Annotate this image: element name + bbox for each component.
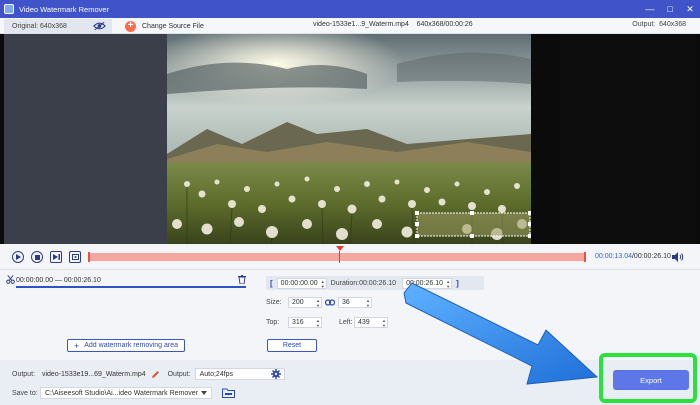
minimize-icon[interactable]: —: [640, 0, 660, 18]
video-frame[interactable]: [167, 34, 531, 244]
next-frame-button[interactable]: [50, 251, 62, 263]
end-time-value: 00:00:26.10: [406, 279, 444, 287]
parameters-panel: [ 00:00:00.00 ▲ ▼ Duration:00:00:26.10 00…: [252, 270, 700, 360]
width-field[interactable]: 200 ▲ ▼: [288, 297, 322, 308]
position-row: Top: 316 ▲ ▼ Left: 439 ▲ ▼: [266, 317, 388, 328]
top-value: 316: [292, 319, 304, 326]
start-time-field[interactable]: 00:00:00.00 ▲ ▼: [276, 277, 327, 289]
size-label: Size:: [266, 299, 282, 306]
stepper-icon[interactable]: ▲ ▼: [316, 318, 320, 328]
size-row: Size: 200 ▲ ▼ 36 ▲ ▼: [266, 297, 372, 308]
stepper-icon[interactable]: ▲ ▼: [321, 279, 325, 289]
segment-active-indicator: [16, 286, 246, 288]
play-button[interactable]: [12, 251, 24, 263]
output-preview-pane: [560, 34, 696, 244]
output-size-label: Output: 640x368: [632, 21, 686, 28]
top-label: Top:: [266, 319, 280, 326]
output-format-value: Auto;24fps: [199, 370, 234, 378]
top-field[interactable]: 316 ▲ ▼: [288, 317, 322, 328]
height-field[interactable]: 36 ▲ ▼: [338, 297, 372, 308]
save-row: Save to: C:\Aiseesoft Studio\Ai...ideo W…: [12, 387, 235, 399]
total-time: /00:00:26.10: [631, 253, 671, 260]
screenshot-icon: [71, 254, 79, 260]
stepper-icon[interactable]: ▲ ▼: [446, 279, 450, 289]
gear-icon[interactable]: [270, 369, 281, 379]
file-info: video-1533e1...9_Waterm.mp4 640x368/00:0…: [313, 21, 473, 28]
output-format-field[interactable]: Auto;24fps: [194, 368, 285, 380]
maximize-icon[interactable]: □: [660, 0, 680, 18]
trash-icon[interactable]: [238, 275, 246, 284]
volume-icon[interactable]: [672, 252, 684, 262]
stop-button[interactable]: [31, 251, 43, 263]
current-time: 00:00:13.04: [595, 253, 632, 260]
timeline-end-handle[interactable]: [584, 252, 586, 262]
set-start-icon[interactable]: [: [270, 279, 273, 288]
screenshot-button[interactable]: [69, 251, 81, 263]
export-label: Export: [640, 375, 662, 385]
stop-icon: [34, 254, 40, 260]
trim-row: [ 00:00:00.00 ▲ ▼ Duration:00:00:26.10 00…: [266, 276, 484, 290]
left-value: 439: [358, 319, 370, 326]
playhead-line: [339, 251, 340, 263]
segment-time-range: 00:00:00.00 — 00:00:26.10: [16, 276, 101, 284]
eye-icon[interactable]: [93, 21, 106, 31]
watermark-selection-box[interactable]: [415, 211, 531, 238]
reset-button[interactable]: Reset: [267, 339, 317, 352]
change-source-label: Change Source File: [142, 22, 204, 30]
window-title: Video Watermark Remover: [19, 4, 110, 14]
folder-icon[interactable]: [222, 388, 235, 398]
save-path-dropdown[interactable]: C:\Aiseesoft Studio\Ai...ideo Watermark …: [40, 387, 212, 399]
bottom-bar: Output: video-1533e19...69_Waterm.mp4 Ou…: [0, 360, 700, 405]
width-value: 200: [292, 299, 304, 306]
info-bar: Original: 640x368 + Change Source File v…: [0, 18, 700, 34]
play-icon: [16, 254, 21, 260]
pencil-icon[interactable]: [151, 370, 160, 379]
set-end-icon[interactable]: ]: [456, 279, 459, 288]
change-source-button[interactable]: + Change Source File: [125, 19, 204, 33]
timeline-track[interactable]: [88, 246, 586, 263]
plus-icon: +: [73, 340, 80, 351]
height-value: 36: [342, 299, 350, 306]
add-watermark-area-label: Add watermark removing area: [84, 342, 179, 349]
playhead-icon[interactable]: [336, 246, 344, 251]
close-icon[interactable]: ✕: [680, 0, 700, 18]
output-filename: video-1533e19...69_Waterm.mp4: [41, 370, 146, 378]
end-time-field[interactable]: 00:00:26.10 ▲ ▼: [402, 277, 453, 289]
time-readout: 00:00:13.04/00:00:26.10: [595, 253, 671, 260]
chevron-down-icon: [201, 391, 207, 395]
duration-label: Duration:00:00:26.10: [330, 279, 397, 287]
left-field[interactable]: 439 ▲ ▼: [354, 317, 388, 328]
scissors-icon: [6, 275, 15, 284]
next-frame-icon: [52, 254, 60, 260]
save-to-label: Save to:: [12, 389, 38, 397]
save-path-value: C:\Aiseesoft Studio\Ai...ideo Watermark …: [45, 389, 199, 397]
app-icon: [4, 4, 14, 14]
link-icon[interactable]: [325, 299, 335, 306]
segment-panel: 00:00:00.00 — 00:00:26.10 + Add watermar…: [0, 270, 252, 360]
timeline-start-handle[interactable]: [88, 252, 90, 262]
output-row: Output: video-1533e19...69_Waterm.mp4 Ou…: [12, 368, 285, 380]
original-size-box: Original: 640x368: [4, 19, 112, 33]
output-format-label: Output:: [167, 370, 191, 378]
left-label: Left:: [339, 319, 353, 326]
window-controls: — □ ✕: [640, 0, 700, 18]
playback-controls: 00:00:13.04/00:00:26.10: [0, 244, 700, 270]
export-button[interactable]: Export: [613, 370, 689, 390]
original-size-label: Original: 640x368: [12, 22, 67, 30]
stepper-icon[interactable]: ▲ ▼: [382, 318, 386, 328]
reset-label: Reset: [282, 342, 302, 349]
title-bar: Video Watermark Remover — □ ✕: [0, 0, 700, 18]
preview-area: [0, 34, 700, 244]
plus-icon: +: [125, 20, 136, 32]
output-label: Output:: [12, 370, 35, 378]
stepper-icon[interactable]: ▲ ▼: [366, 298, 370, 308]
add-watermark-area-button[interactable]: + Add watermark removing area: [67, 339, 185, 352]
stepper-icon[interactable]: ▲ ▼: [316, 298, 320, 308]
start-time-value: 00:00:00.00: [280, 279, 318, 287]
